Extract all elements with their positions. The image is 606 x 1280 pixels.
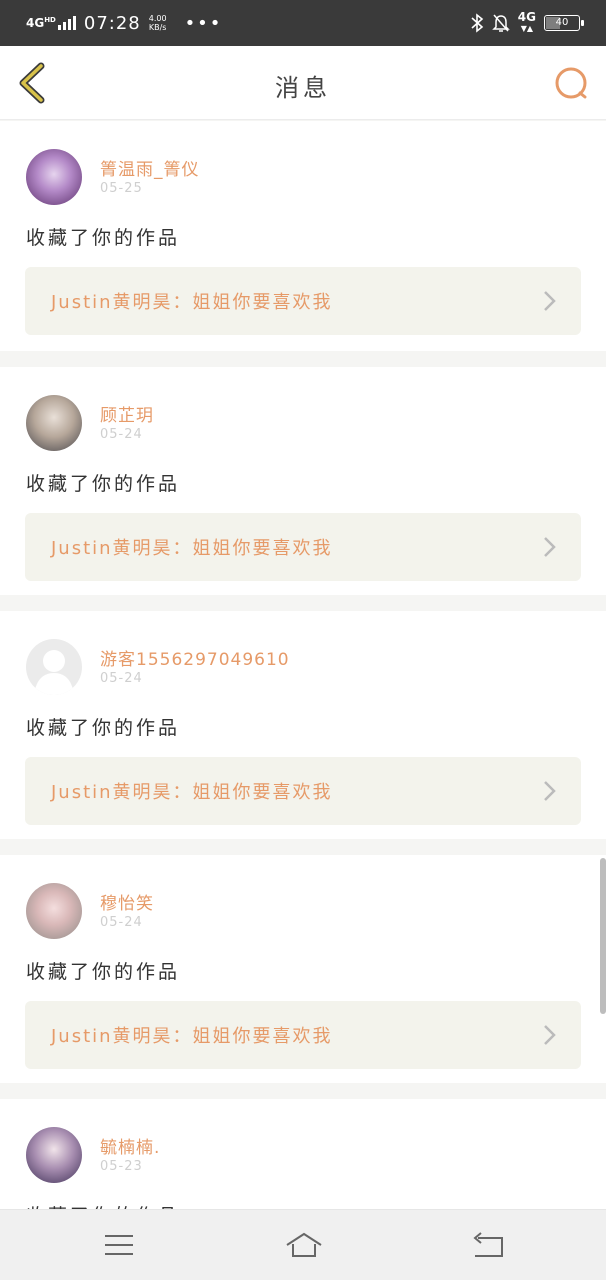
- message-date: 05-24: [100, 427, 143, 442]
- battery-icon: 40: [544, 15, 584, 31]
- page-title: 消息: [275, 74, 331, 102]
- scrollbar[interactable]: [600, 858, 606, 1014]
- message-date: 05-25: [100, 181, 143, 196]
- search-button[interactable]: [552, 64, 592, 104]
- avatar[interactable]: [26, 395, 82, 451]
- username[interactable]: 毓楠楠.: [100, 1133, 160, 1158]
- system-nav-bar: [0, 1209, 606, 1280]
- user-silhouette-icon: [34, 650, 74, 695]
- signal-icon: [57, 16, 76, 30]
- chevron-right-icon: [544, 1025, 556, 1045]
- message-date: 05-23: [100, 1159, 143, 1174]
- work-title: Justin黄明昊：姐姐你要喜欢我: [51, 538, 333, 559]
- message-action: 收藏了你的作品: [26, 473, 181, 495]
- default-avatar[interactable]: [26, 639, 82, 695]
- message-list[interactable]: 箐温雨_箐仪 05-25 收藏了你的作品 Justin黄明昊：姐姐你要喜欢我 顾…: [0, 121, 606, 1209]
- work-link[interactable]: Justin黄明昊：姐姐你要喜欢我: [25, 513, 581, 581]
- menu-icon: [105, 1235, 133, 1255]
- message-date: 05-24: [100, 915, 143, 930]
- work-title: Justin黄明昊：姐姐你要喜欢我: [51, 292, 333, 313]
- more-notifications-icon: •••: [184, 12, 223, 34]
- avatar[interactable]: [26, 1127, 82, 1183]
- status-left: 4GHD 07:28 4.00 KB/s •••: [26, 8, 222, 38]
- username[interactable]: 顾芷玥: [100, 401, 154, 426]
- network-indicator: 4GHD: [26, 16, 56, 30]
- back-icon: [473, 1232, 503, 1257]
- chevron-right-icon: [544, 537, 556, 557]
- message-date: 05-24: [100, 671, 143, 686]
- username[interactable]: 游客1556297049610: [100, 645, 290, 670]
- avatar[interactable]: [26, 883, 82, 939]
- bluetooth-icon: [471, 13, 484, 33]
- work-link[interactable]: Justin黄明昊：姐姐你要喜欢我: [25, 1001, 581, 1069]
- status-right: 4G ▼▲ 40: [470, 8, 584, 38]
- work-link[interactable]: Justin黄明昊：姐姐你要喜欢我: [25, 757, 581, 825]
- message-action: 收藏了你的作品: [26, 227, 181, 249]
- back-nav-button[interactable]: [470, 1228, 506, 1262]
- status-bar: 4GHD 07:28 4.00 KB/s ••• 4G ▼▲ 40: [0, 0, 606, 46]
- network-speed: 4.00 KB/s: [148, 14, 167, 32]
- message-card[interactable]: 毓楠楠. 05-23 收藏了你的作品: [0, 1099, 606, 1209]
- work-link[interactable]: Justin黄明昊：姐姐你要喜欢我: [25, 267, 581, 335]
- message-card[interactable]: 顾芷玥 05-24 收藏了你的作品 Justin黄明昊：姐姐你要喜欢我: [0, 367, 606, 595]
- message-action: 收藏了你的作品: [26, 1201, 180, 1209]
- menu-button[interactable]: [101, 1228, 137, 1262]
- home-button[interactable]: [284, 1228, 324, 1262]
- header: 消息: [0, 46, 606, 120]
- message-card[interactable]: 游客1556297049610 05-24 收藏了你的作品 Justin黄明昊：…: [0, 611, 606, 839]
- username[interactable]: 穆怡笑: [100, 889, 154, 914]
- message-action: 收藏了你的作品: [26, 717, 181, 739]
- message-action: 收藏了你的作品: [26, 961, 181, 983]
- message-card[interactable]: 穆怡笑 05-24 收藏了你的作品 Justin黄明昊：姐姐你要喜欢我: [0, 855, 606, 1083]
- mobile-data-icon: 4G ▼▲: [517, 10, 536, 33]
- clock: 07:28: [83, 12, 141, 34]
- message-card[interactable]: 箐温雨_箐仪 05-25 收藏了你的作品 Justin黄明昊：姐姐你要喜欢我: [0, 121, 606, 351]
- home-icon: [286, 1232, 322, 1257]
- work-title: Justin黄明昊：姐姐你要喜欢我: [51, 782, 333, 803]
- chevron-right-icon: [544, 291, 556, 311]
- search-icon: [555, 67, 587, 99]
- avatar[interactable]: [26, 149, 82, 205]
- chevron-right-icon: [544, 781, 556, 801]
- username[interactable]: 箐温雨_箐仪: [100, 155, 200, 180]
- work-title: Justin黄明昊：姐姐你要喜欢我: [51, 1026, 333, 1047]
- mute-bell-icon: [491, 14, 510, 32]
